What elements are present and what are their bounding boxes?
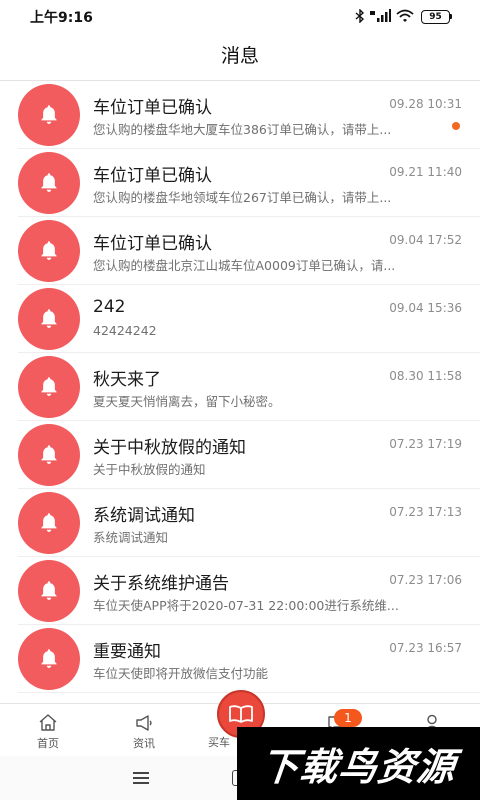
bell-icon <box>18 560 80 622</box>
message-title: 重要通知 <box>93 642 161 662</box>
bell-icon <box>18 628 80 690</box>
message-item[interactable]: 车位订单已确认 09.21 11:40 您认购的楼盘华地领域车位267订单已确认… <box>0 149 480 217</box>
message-time: 09.28 10:31 <box>389 97 462 111</box>
status-bar: 上午9:16 95 <box>0 0 480 32</box>
message-title: 关于中秋放假的通知 <box>93 438 246 458</box>
bell-icon <box>18 220 80 282</box>
message-preview: 车位天使即将开放微信支付功能 <box>93 666 269 681</box>
message-preview: 车位天使APP将于2020-07-31 22:00:00进行系统维... <box>93 598 399 613</box>
bluetooth-icon <box>355 9 365 23</box>
bell-icon <box>18 288 80 350</box>
message-time: 07.23 16:57 <box>389 641 462 655</box>
message-preview: 42424242 <box>93 323 157 338</box>
battery-icon: 95 <box>421 10 450 24</box>
message-item[interactable]: 关于中秋放假的通知 07.23 17:19 关于中秋放假的通知 <box>0 421 480 489</box>
message-item[interactable]: 车位订单已确认 09.04 17:52 您认购的楼盘北京江山城车位A0009订单… <box>0 217 480 285</box>
message-time: 07.23 17:06 <box>389 573 462 587</box>
message-item[interactable]: 重要通知 07.23 16:57 车位天使即将开放微信支付功能 <box>0 625 480 693</box>
message-title: 秋天来了 <box>93 370 161 390</box>
message-item[interactable]: 系统调试通知 07.23 17:13 系统调试通知 <box>0 489 480 557</box>
message-preview: 关于中秋放假的通知 <box>93 462 206 477</box>
message-item[interactable]: 车位订单已确认 09.28 10:31 您认购的楼盘华地大厦车位386订单已确认… <box>0 81 480 149</box>
page-title: 消息 <box>220 45 259 67</box>
bell-icon <box>18 152 80 214</box>
message-time: 09.04 15:36 <box>389 301 462 315</box>
menu-icon[interactable] <box>133 772 149 784</box>
message-count-badge: 1 <box>334 709 362 727</box>
message-title: 车位订单已确认 <box>93 98 212 118</box>
tab-label: 首页 <box>37 737 59 750</box>
status-time: 上午9:16 <box>30 10 93 26</box>
message-time: 09.04 17:52 <box>389 233 462 247</box>
watermark-text: 下载鸟资源 <box>258 745 458 789</box>
bell-icon <box>18 492 80 554</box>
megaphone-icon <box>136 715 152 731</box>
message-preview: 您认购的楼盘北京江山城车位A0009订单已确认，请... <box>93 258 396 273</box>
message-time: 09.21 11:40 <box>389 165 462 179</box>
battery-level: 95 <box>429 12 442 22</box>
watermark: 下载鸟资源 <box>237 727 480 800</box>
message-title: 关于系统维护通告 <box>93 574 229 594</box>
message-title: 242 <box>93 297 126 317</box>
wifi-icon <box>396 9 414 22</box>
message-preview: 系统调试通知 <box>93 530 169 545</box>
message-time: 07.23 17:19 <box>389 437 462 451</box>
message-title: 车位订单已确认 <box>93 166 212 186</box>
message-item[interactable]: 关于系统维护通告 07.23 17:06 车位天使APP将于2020-07-31… <box>0 557 480 625</box>
tab-label: 买车 <box>208 736 230 749</box>
message-preview: 您认购的楼盘华地领域车位267订单已确认，请带上... <box>93 190 392 205</box>
tab-label: 资讯 <box>133 737 155 750</box>
book-icon <box>229 705 253 723</box>
message-time: 07.23 17:13 <box>389 505 462 519</box>
bell-icon <box>18 424 80 486</box>
battery-tip <box>450 14 452 19</box>
bell-icon <box>18 84 80 146</box>
message-item[interactable]: 秋天来了 08.30 11:58 夏天夏天悄悄离去，留下小秘密。 <box>0 353 480 421</box>
tab-home[interactable]: 首页 <box>0 704 96 756</box>
message-title: 车位订单已确认 <box>93 234 212 254</box>
message-time: 08.30 11:58 <box>389 369 462 383</box>
message-list: 车位订单已确认 09.28 10:31 您认购的楼盘华地大厦车位386订单已确认… <box>0 81 480 693</box>
message-item[interactable]: 242 09.04 15:36 42424242 <box>0 285 480 353</box>
signal-icon <box>370 9 391 22</box>
message-preview: 您认购的楼盘华地大厦车位386订单已确认，请带上... <box>93 122 392 137</box>
page-header: 消息 <box>0 32 480 81</box>
home-icon <box>39 714 57 731</box>
bell-icon <box>18 356 80 418</box>
unread-dot <box>452 122 460 130</box>
message-preview: 夏天夏天悄悄离去，留下小秘密。 <box>93 394 281 409</box>
message-title: 系统调试通知 <box>93 506 195 526</box>
tab-news[interactable]: 资讯 <box>96 704 192 756</box>
